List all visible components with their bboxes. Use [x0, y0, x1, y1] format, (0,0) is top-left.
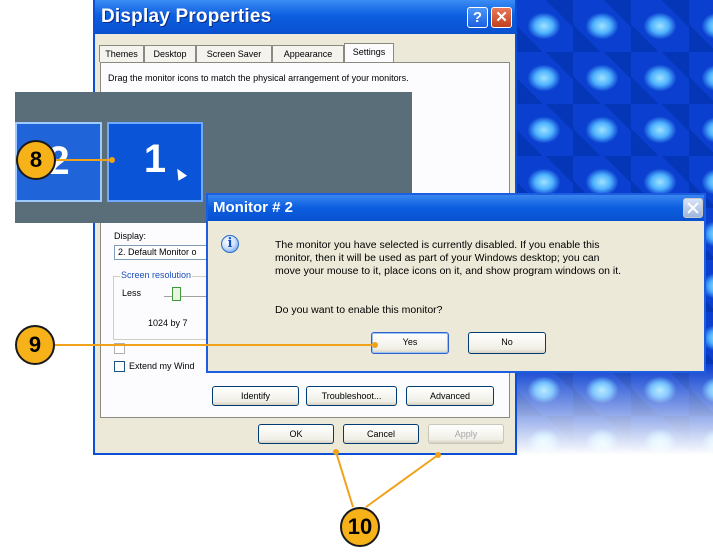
callout-9-dot [372, 342, 378, 348]
callout-10-dot-ok [333, 449, 339, 455]
callout-10-line-apply [365, 454, 439, 508]
callout-10: 10 [340, 507, 380, 547]
callout-10-dot-apply [435, 452, 441, 458]
callout-lines [55, 157, 441, 508]
callout-10-line-ok [335, 451, 354, 508]
callout-8: 8 [16, 140, 56, 180]
callout-9: 9 [15, 325, 55, 365]
callout-8-dot [109, 157, 115, 163]
